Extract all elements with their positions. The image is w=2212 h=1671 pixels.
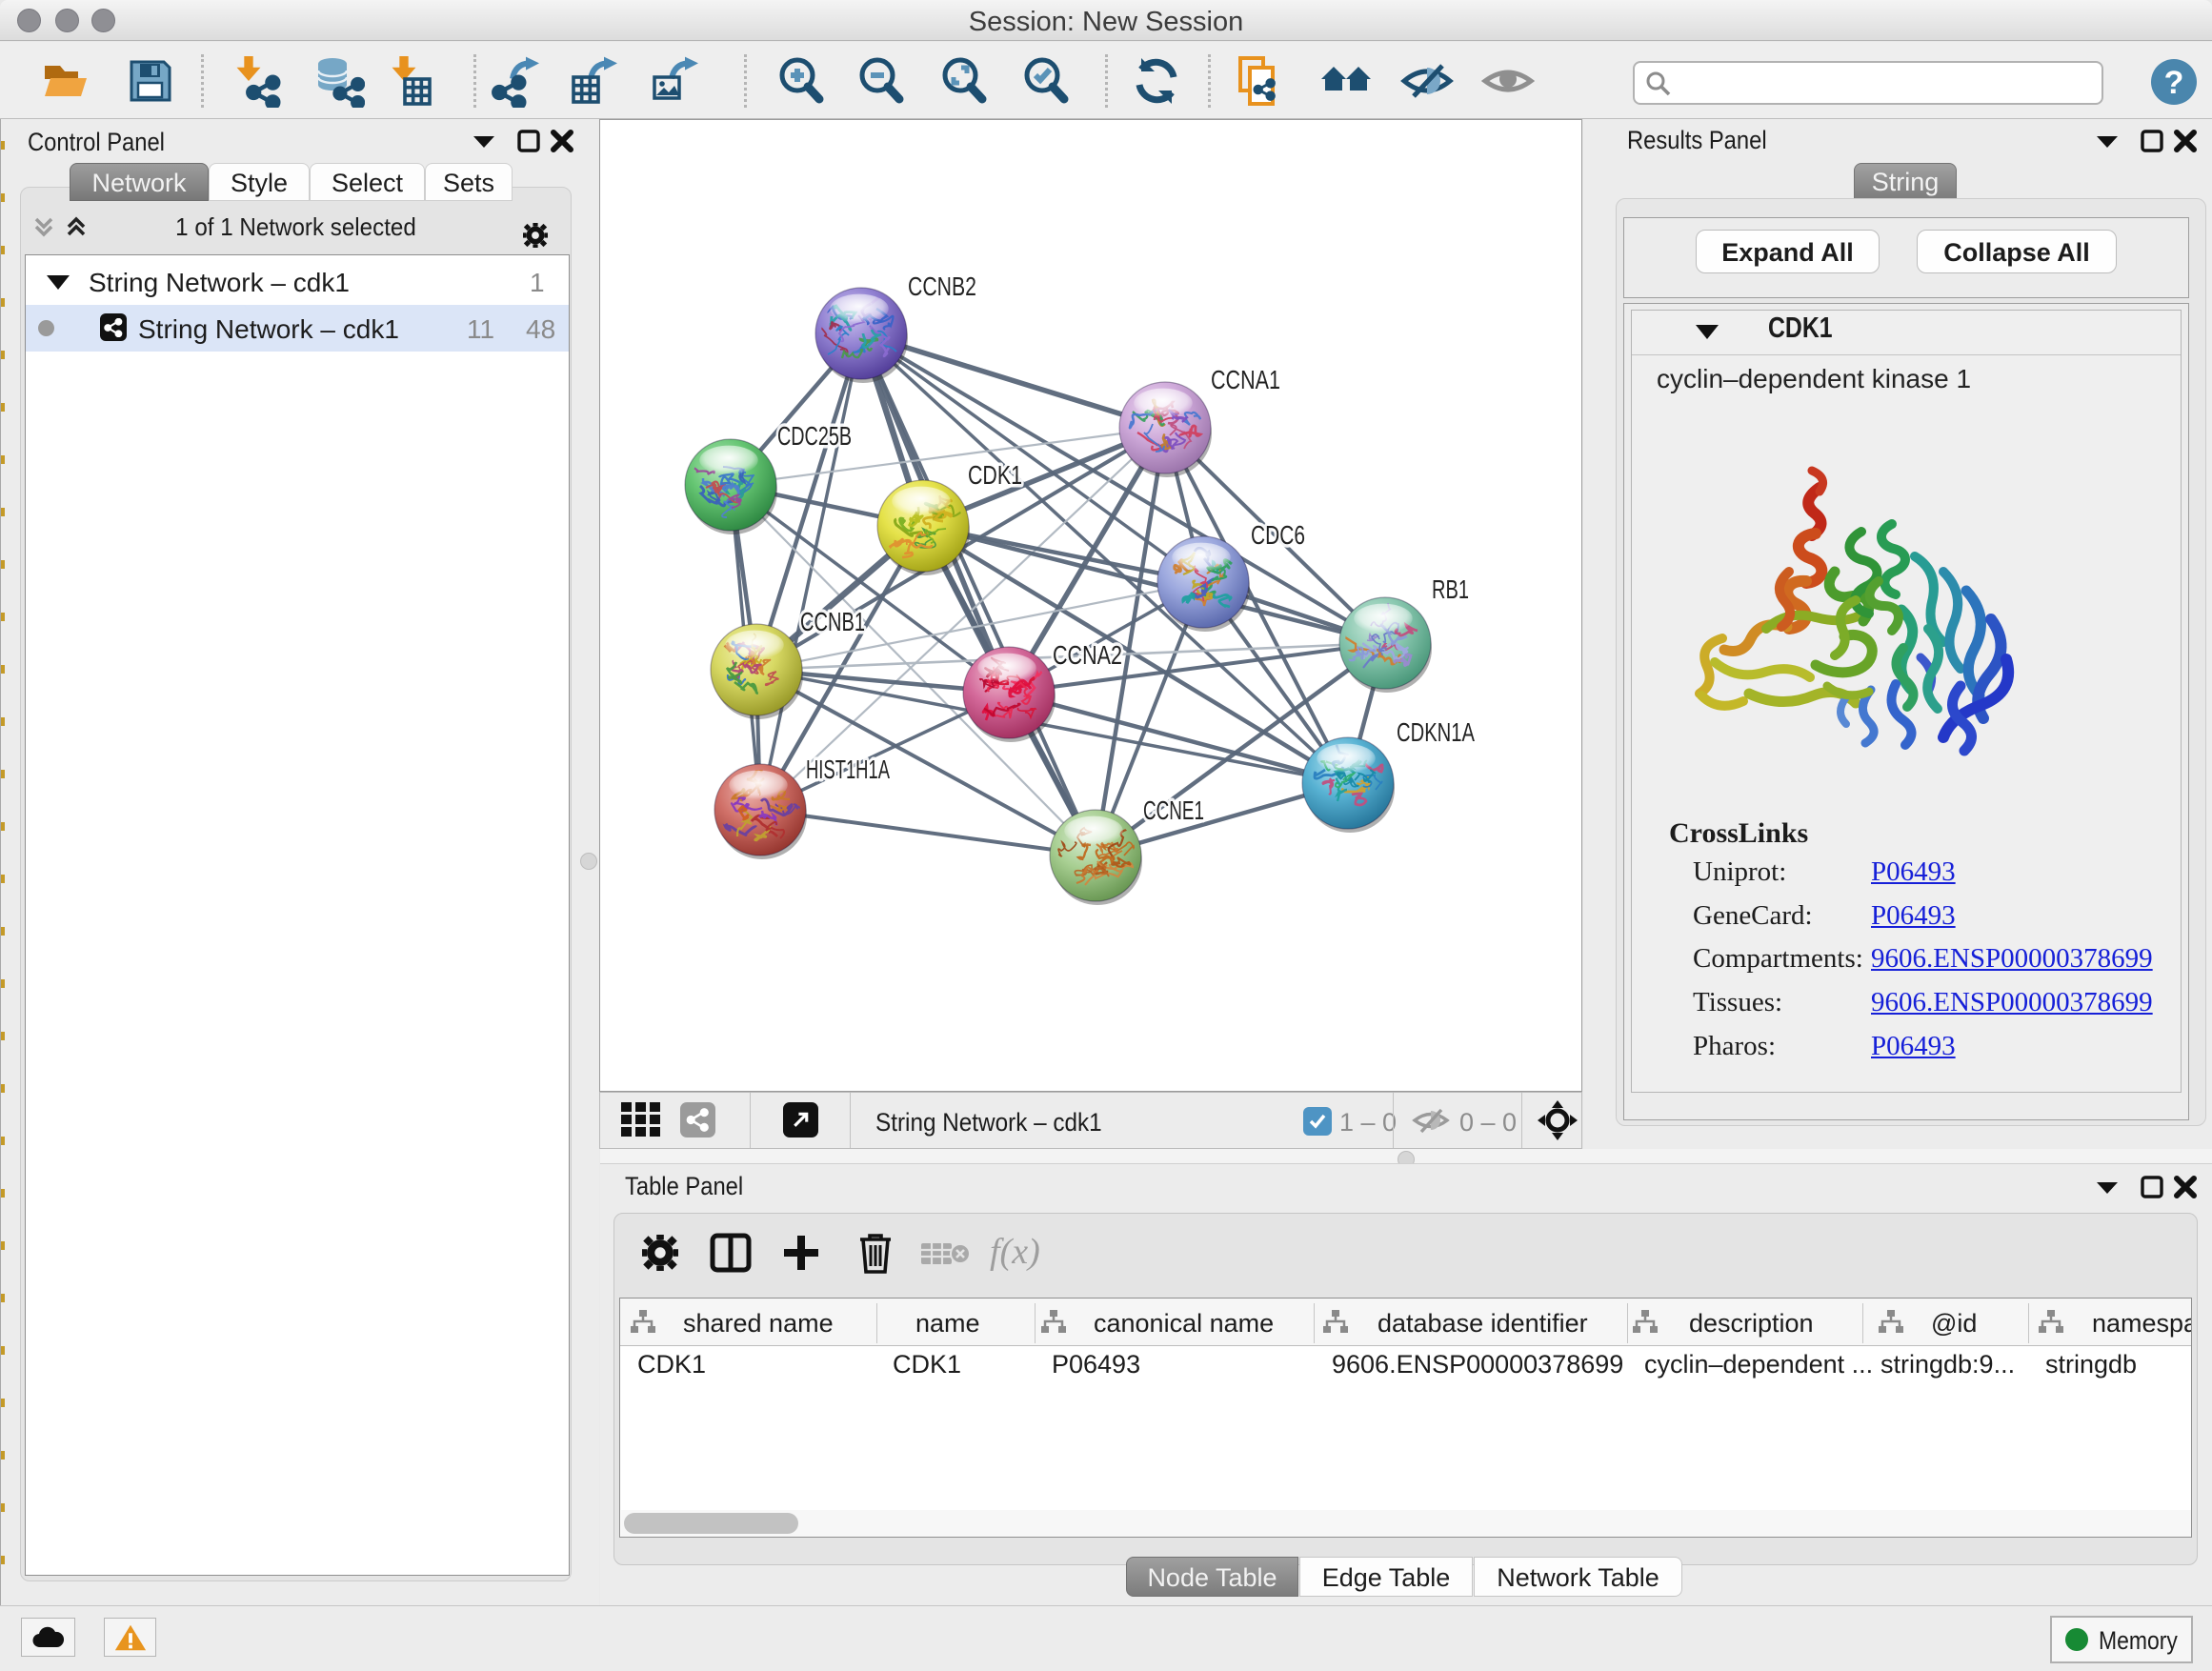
svg-text:HIST1H1A: HIST1H1A	[806, 755, 890, 784]
svg-text:RB1: RB1	[1432, 574, 1469, 604]
svg-text:CCNE1: CCNE1	[1143, 795, 1204, 825]
svg-text:CDKN1A: CDKN1A	[1397, 717, 1475, 747]
svg-text:CCNA1: CCNA1	[1211, 365, 1280, 394]
svg-text:CCNB1: CCNB1	[800, 607, 865, 636]
svg-text:CCNB2: CCNB2	[908, 272, 976, 301]
svg-text:CCNA2: CCNA2	[1053, 640, 1122, 670]
svg-text:CDC6: CDC6	[1251, 520, 1305, 550]
svg-text:CDK1: CDK1	[968, 460, 1022, 490]
svg-text:CDC25B: CDC25B	[777, 421, 852, 451]
